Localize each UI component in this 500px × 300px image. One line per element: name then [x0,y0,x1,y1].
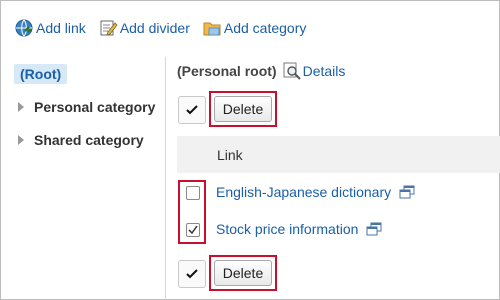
link-label: English-Japanese dictionary [216,184,392,200]
delete-button-top[interactable]: Delete [214,96,272,122]
link-label: Stock price information [216,221,359,237]
tree-item-shared-category[interactable]: Shared category [18,132,144,148]
list-item[interactable]: English-Japanese dictionary [216,184,415,200]
column-header-link: Link [217,146,243,163]
select-all-button-bottom[interactable] [178,260,206,288]
list-header: Link [177,136,500,173]
tree-item-personal-category[interactable]: Personal category [18,99,155,115]
tree-item-label: Shared category [34,132,144,148]
expand-arrow-icon[interactable] [18,102,24,112]
delete-highlight-bottom: Delete [209,255,277,291]
expand-arrow-icon[interactable] [18,135,24,145]
sidebar-divider [165,57,166,300]
details-link[interactable]: Details [283,62,346,80]
row-checkbox-english-japanese[interactable] [186,186,200,200]
checkmark-icon [188,225,198,235]
add-link-button[interactable]: Add link [14,18,86,38]
page-header: (Personal root) Details [177,62,345,80]
details-label: Details [302,63,346,79]
category-sidebar: (Root) Personal category Shared category [0,57,165,300]
toolbar: Add link Add divider Add category [14,17,318,39]
select-all-button[interactable] [178,96,206,124]
delete-highlight-top: Delete [209,91,277,127]
new-window-icon[interactable] [399,185,415,199]
page-title: (Personal root) [177,63,277,79]
tree-item-label: Personal category [34,99,156,115]
add-category-button[interactable]: Add category [202,18,307,38]
new-window-icon[interactable] [366,222,382,236]
add-divider-button[interactable]: Add divider [98,18,190,38]
add-link-label: Add link [36,20,86,36]
tree-root[interactable]: (Root) [14,64,68,84]
list-item[interactable]: Stock price information [216,221,382,237]
magnifier-icon [283,62,301,80]
checkmark-icon [186,269,198,279]
delete-button-bottom[interactable]: Delete [214,260,272,286]
checkmark-icon [186,105,198,115]
row-checkbox-stock-price[interactable] [186,223,200,237]
globe-link-icon [15,19,33,37]
edit-note-icon [100,20,118,36]
folder-icon [203,22,221,36]
add-category-label: Add category [223,20,307,36]
add-divider-label: Add divider [119,20,190,36]
